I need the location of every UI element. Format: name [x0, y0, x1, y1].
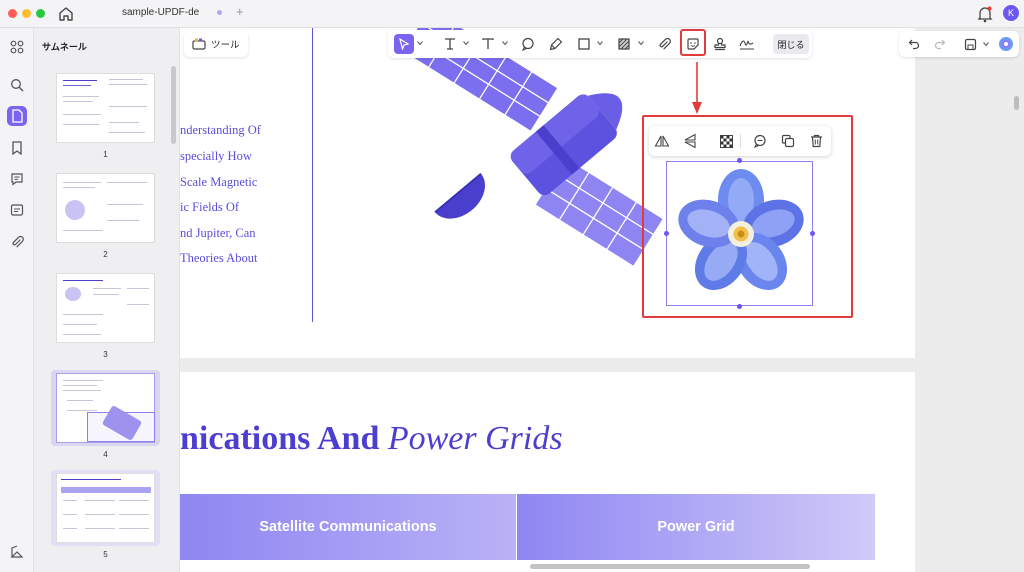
comments-list-icon[interactable] — [7, 169, 27, 189]
tools-button[interactable]: ツール — [184, 31, 248, 57]
resize-handle-left[interactable] — [664, 231, 669, 236]
thumbnails-icon[interactable] — [7, 106, 27, 126]
toolbox-icon — [192, 38, 206, 50]
body-text-line: Theories About — [180, 251, 258, 265]
select-icon[interactable] — [394, 34, 414, 54]
save-icon[interactable] — [960, 34, 980, 54]
resize-handle-top[interactable] — [737, 158, 742, 163]
tools-label: ツール — [211, 40, 240, 51]
image-edit-toolbar — [649, 126, 831, 156]
attachment-icon[interactable] — [654, 34, 674, 54]
chevron-down-icon[interactable] — [502, 40, 508, 46]
search-icon[interactable] — [7, 75, 27, 95]
notification-bell-icon[interactable] — [977, 5, 993, 23]
organize-pages-icon[interactable] — [7, 37, 27, 57]
body-text-line: Scale Magnetic — [180, 175, 258, 189]
resize-handle-bottom[interactable] — [737, 304, 742, 309]
flip-vertical-icon[interactable] — [681, 132, 699, 150]
delete-icon[interactable] — [807, 132, 825, 150]
page-number-label: 2 — [103, 250, 108, 259]
thumbnail-scrollbar[interactable] — [171, 66, 176, 144]
ai-assistant-icon[interactable] — [996, 34, 1016, 54]
new-tab-button[interactable]: + — [236, 4, 244, 19]
transparency-icon[interactable] — [717, 132, 735, 150]
copy-icon[interactable] — [779, 132, 797, 150]
home-icon[interactable] — [56, 4, 76, 24]
stamp-icon[interactable] — [710, 34, 730, 54]
minimize-window-button[interactable] — [22, 9, 31, 18]
page-thumbnail[interactable] — [56, 473, 155, 543]
chevron-down-icon[interactable] — [983, 41, 989, 47]
sticker-tool-highlight — [680, 29, 706, 56]
vertical-scrollbar[interactable] — [1014, 96, 1019, 110]
body-text-line: nd Jupiter, Can — [180, 226, 256, 240]
page-thumbnail[interactable] — [56, 73, 155, 143]
body-text-line: nderstanding Of — [180, 123, 261, 137]
shape-icon[interactable] — [574, 34, 594, 54]
page-number-label: 5 — [103, 550, 108, 559]
chevron-down-icon[interactable] — [417, 40, 423, 46]
document-tab-title[interactable]: sample-UPDF-de — [122, 7, 199, 18]
close-toolbar-button[interactable]: 閉じる — [773, 34, 809, 54]
body-text-line: specially How — [180, 149, 252, 163]
left-rail — [0, 28, 34, 572]
document-canvas[interactable]: nderstanding Of specially How Scale Magn… — [180, 28, 1024, 572]
page-thumbnail-current[interactable] — [56, 373, 155, 443]
body-text-line: ic Fields Of — [180, 200, 240, 214]
bookmark-icon[interactable] — [7, 138, 27, 158]
flower-image — [678, 169, 804, 290]
thumbnail-panel: サムネール 1 2 3 4 5 — [34, 28, 180, 572]
satellite-illustration — [403, 28, 663, 266]
layers-icon[interactable] — [7, 542, 27, 562]
text-box-icon[interactable] — [440, 34, 460, 54]
heading-bold-part: nications And — [180, 420, 380, 457]
page-heading: nications And Power Grids — [180, 420, 563, 458]
thumbnail-panel-title: サムネール — [42, 42, 87, 52]
annotation-toolbar: 閉じる — [388, 30, 812, 58]
highlighter-icon[interactable] — [546, 34, 566, 54]
app-window: sample-UPDF-de + K サムネール 1 2 3 4 5 nders… — [0, 0, 1024, 572]
attachments-icon[interactable] — [7, 232, 27, 252]
page-number-label: 3 — [103, 350, 108, 359]
chevron-down-icon[interactable] — [597, 40, 603, 46]
table-header-cell: Power Grid — [517, 494, 875, 560]
page-number-label: 1 — [103, 150, 108, 159]
table-header-cell: Satellite Communications — [180, 494, 516, 560]
page-number-label: 4 — [103, 450, 108, 459]
comment-icon[interactable] — [751, 132, 769, 150]
unsaved-indicator — [217, 10, 222, 15]
undo-icon[interactable] — [904, 34, 924, 54]
column-rule — [312, 28, 313, 322]
user-avatar[interactable]: K — [1003, 5, 1019, 21]
resize-handle-right[interactable] — [810, 231, 815, 236]
title-bar: sample-UPDF-de + K — [0, 0, 1024, 28]
signature-icon[interactable] — [737, 34, 757, 54]
close-window-button[interactable] — [8, 9, 17, 18]
history-toolbar — [899, 31, 1019, 57]
flip-horizontal-icon[interactable] — [653, 132, 671, 150]
form-fields-icon[interactable] — [7, 200, 27, 220]
text-icon[interactable] — [478, 34, 498, 54]
page-thumbnail[interactable] — [56, 173, 155, 243]
chevron-down-icon[interactable] — [638, 40, 644, 46]
heading-italic-part: Power Grids — [387, 420, 563, 457]
selected-image-bounds[interactable] — [666, 161, 813, 306]
red-arrow-annotation — [692, 62, 702, 114]
comment-icon[interactable] — [518, 34, 538, 54]
chevron-down-icon[interactable] — [463, 40, 469, 46]
page-thumbnail[interactable] — [56, 273, 155, 343]
zoom-window-button[interactable] — [36, 9, 45, 18]
redo-icon[interactable] — [930, 34, 950, 54]
area-icon[interactable] — [614, 34, 634, 54]
toolbar-divider — [740, 134, 741, 148]
horizontal-scrollbar[interactable] — [530, 564, 810, 569]
